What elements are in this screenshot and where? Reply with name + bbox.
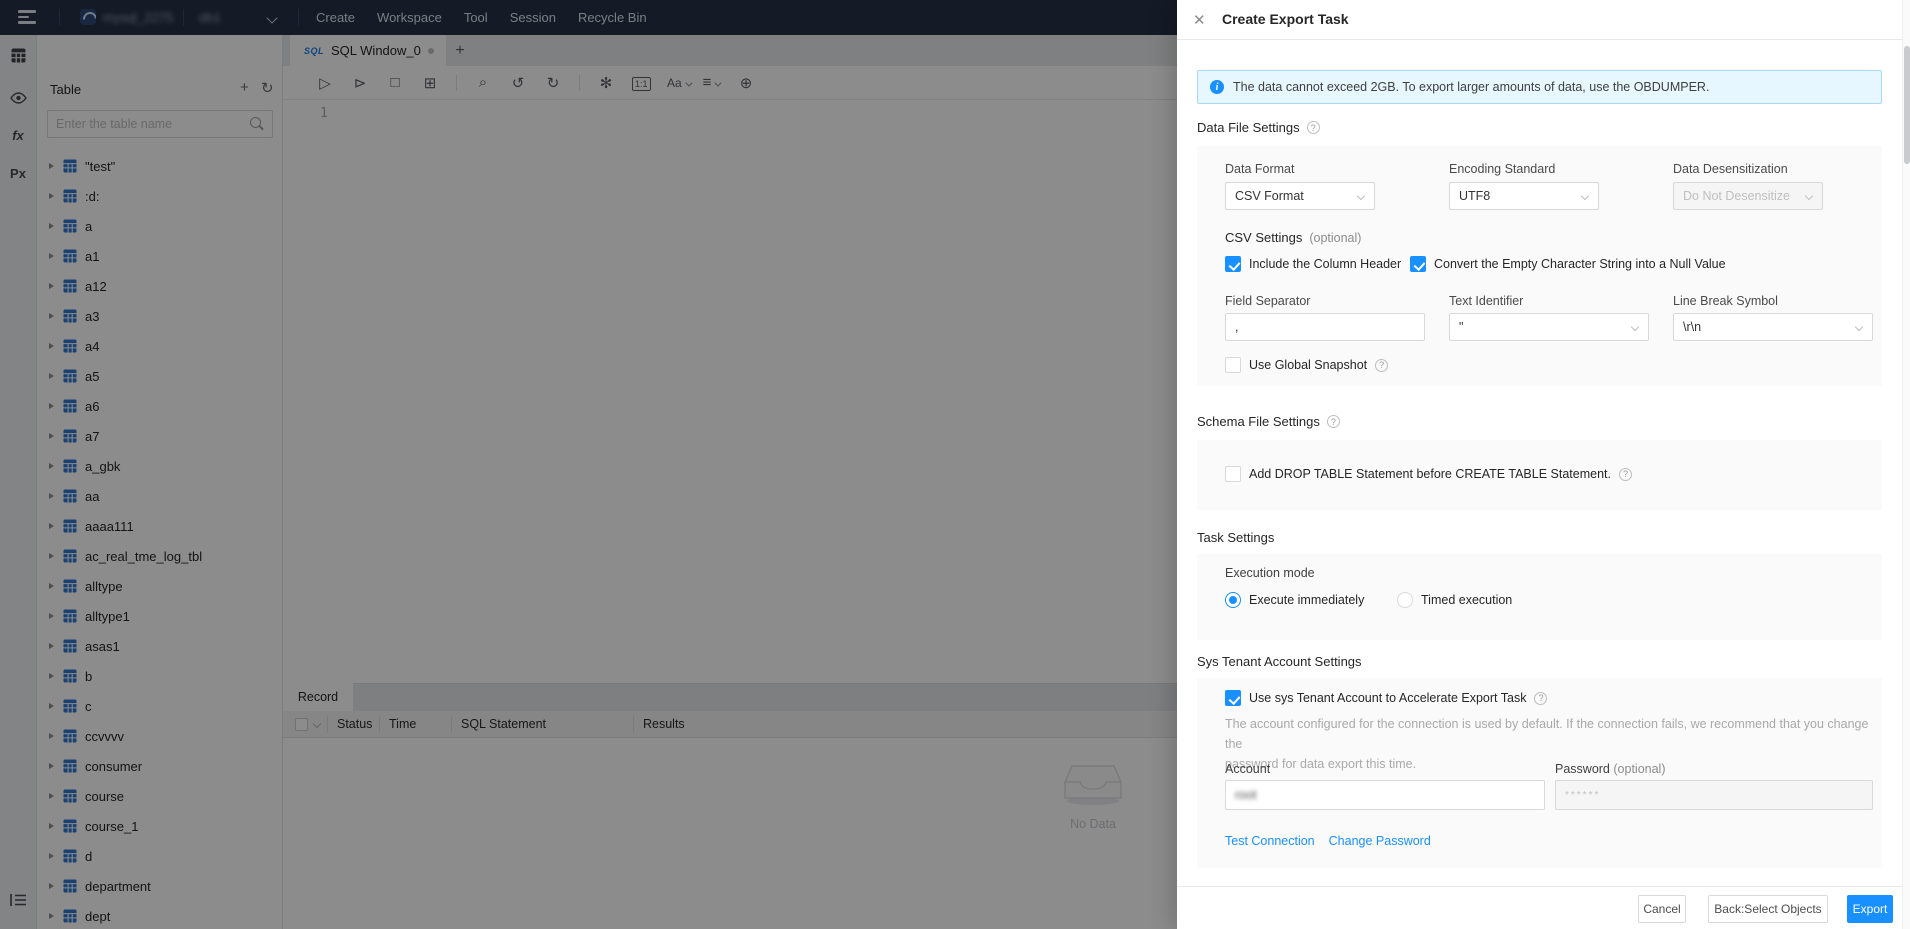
help-icon[interactable]: ? bbox=[1534, 691, 1548, 705]
drop-table-option: Add DROP TABLE Statement before CREATE T… bbox=[1225, 466, 1632, 482]
execution-mode-label: Execution mode bbox=[1225, 566, 1315, 580]
desensitization-label: Data Desensitization bbox=[1673, 162, 1788, 176]
chevron-down-icon bbox=[1580, 191, 1590, 201]
timed-execution-option: Timed execution bbox=[1397, 592, 1512, 608]
line-break-select[interactable]: \r\n bbox=[1673, 313, 1873, 341]
convert-empty-label: Convert the Empty Character String into … bbox=[1434, 257, 1726, 271]
schema-file-settings-panel: Add DROP TABLE Statement before CREATE T… bbox=[1197, 440, 1882, 510]
convert-empty-option: Convert the Empty Character String into … bbox=[1410, 256, 1726, 272]
drawer-title: Create Export Task bbox=[1222, 11, 1349, 27]
help-icon[interactable]: ? bbox=[1618, 467, 1632, 481]
line-break-label: Line Break Symbol bbox=[1673, 294, 1778, 308]
help-icon[interactable]: ? bbox=[1375, 358, 1389, 372]
scrollbar-thumb[interactable] bbox=[1904, 46, 1910, 164]
global-snapshot-checkbox[interactable] bbox=[1225, 357, 1241, 373]
global-snapshot-option: Use Global Snapshot ? bbox=[1225, 357, 1389, 373]
test-connection-link[interactable]: Test Connection bbox=[1225, 834, 1315, 848]
desensitization-select: Do Not Desensitize bbox=[1673, 182, 1823, 210]
data-format-select[interactable]: CSV Format bbox=[1225, 182, 1375, 210]
help-icon[interactable]: ? bbox=[1326, 415, 1340, 428]
data-file-settings-panel: Data Format Encoding Standard Data Desen… bbox=[1197, 146, 1882, 386]
encoding-select[interactable]: UTF8 bbox=[1449, 182, 1599, 210]
schema-file-settings-heading: Schema File Settings ? bbox=[1197, 414, 1340, 429]
drawer-header: ✕ Create Export Task bbox=[1177, 0, 1910, 40]
drop-table-checkbox[interactable] bbox=[1225, 466, 1241, 482]
field-separator-label: Field Separator bbox=[1225, 294, 1311, 308]
chevron-down-icon bbox=[1630, 322, 1640, 332]
chevron-down-icon bbox=[1804, 191, 1814, 201]
timed-execution-label: Timed execution bbox=[1421, 593, 1513, 607]
app: mysql_2275 db1 Create Workspace Tool Sessio… bbox=[0, 0, 1910, 929]
account-label: Account bbox=[1225, 762, 1271, 776]
use-sys-option: Use sys Tenant Account to Accelerate Exp… bbox=[1225, 690, 1548, 706]
info-banner: i The data cannot exceed 2GB. To export … bbox=[1197, 70, 1882, 104]
sys-account-description: The account configured for the connectio… bbox=[1225, 717, 1869, 771]
data-file-settings-heading: Data File Settings ? bbox=[1197, 120, 1320, 135]
cancel-button[interactable]: Cancel bbox=[1638, 895, 1686, 923]
account-input[interactable]: root bbox=[1225, 780, 1545, 810]
include-header-option: Include the Column Header bbox=[1225, 256, 1401, 272]
global-snapshot-label: Use Global Snapshot bbox=[1249, 358, 1368, 372]
drop-table-label: Add DROP TABLE Statement before CREATE T… bbox=[1249, 467, 1611, 481]
timed-execution-radio[interactable] bbox=[1397, 592, 1413, 608]
execute-immediately-radio[interactable] bbox=[1225, 592, 1241, 608]
drawer-scrollbar[interactable] bbox=[1902, 0, 1910, 929]
sys-tenant-settings-panel: Use sys Tenant Account to Accelerate Exp… bbox=[1197, 678, 1882, 868]
include-header-label: Include the Column Header bbox=[1249, 257, 1402, 271]
data-format-label: Data Format bbox=[1225, 162, 1295, 176]
text-identifier-select[interactable]: " bbox=[1449, 313, 1649, 341]
sys-tenant-settings-heading: Sys Tenant Account Settings bbox=[1197, 654, 1362, 669]
chevron-down-icon bbox=[1854, 322, 1864, 332]
change-password-link[interactable]: Change Password bbox=[1329, 834, 1431, 848]
info-icon: i bbox=[1210, 80, 1224, 94]
task-settings-heading: Task Settings bbox=[1197, 530, 1275, 545]
chevron-down-icon bbox=[1356, 191, 1366, 201]
close-icon[interactable]: ✕ bbox=[1193, 11, 1206, 29]
use-sys-label: Use sys Tenant Account to Accelerate Exp… bbox=[1249, 691, 1527, 705]
include-header-checkbox[interactable] bbox=[1225, 256, 1241, 272]
use-sys-checkbox[interactable] bbox=[1225, 690, 1241, 706]
back-select-objects-button[interactable]: Back:Select Objects bbox=[1708, 895, 1828, 923]
field-separator-input[interactable]: , bbox=[1225, 313, 1425, 341]
encoding-label: Encoding Standard bbox=[1449, 162, 1556, 176]
account-links: Test Connection Change Password bbox=[1225, 834, 1431, 848]
drawer-footer: Cancel Back:Select Objects Export bbox=[1177, 886, 1910, 929]
convert-empty-checkbox[interactable] bbox=[1410, 256, 1426, 272]
create-export-task-drawer: ✕ Create Export Task i The data cannot e… bbox=[1177, 0, 1910, 929]
password-label: Password (optional) bbox=[1555, 762, 1666, 776]
export-button[interactable]: Export bbox=[1847, 895, 1893, 923]
execute-immediately-option: Execute immediately bbox=[1225, 592, 1364, 608]
help-icon[interactable]: ? bbox=[1306, 121, 1320, 134]
csv-settings-heading: CSV Settings (optional) bbox=[1225, 230, 1362, 245]
info-banner-text: The data cannot exceed 2GB. To export la… bbox=[1233, 80, 1710, 94]
execute-immediately-label: Execute immediately bbox=[1249, 593, 1365, 607]
text-identifier-label: Text Identifier bbox=[1449, 294, 1524, 308]
task-settings-panel: Execution mode Execute immediately Timed… bbox=[1197, 554, 1882, 640]
password-input: ****** bbox=[1555, 780, 1873, 810]
